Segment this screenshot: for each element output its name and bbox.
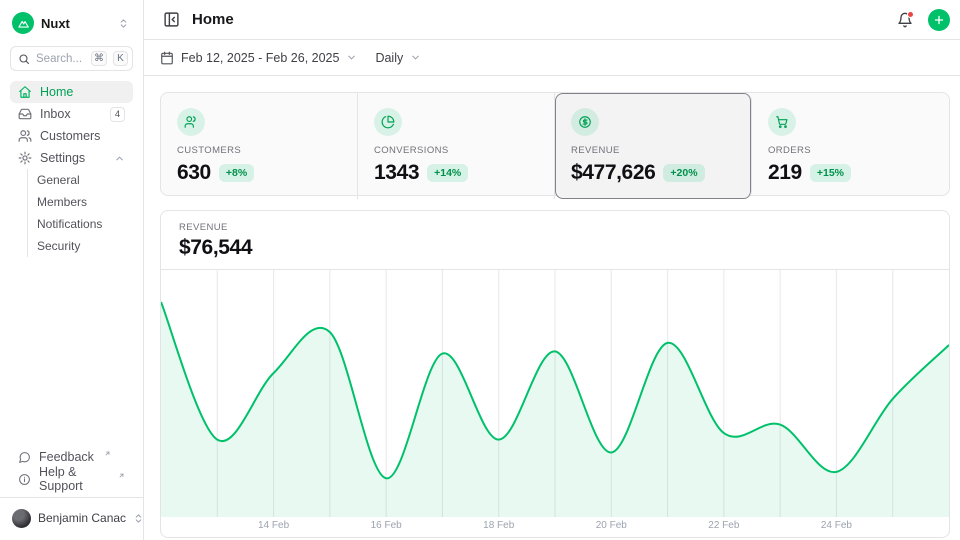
user-name: Benjamin Canac	[38, 511, 126, 525]
chart-metric-label: REVENUE	[179, 222, 931, 233]
period-select[interactable]: Daily	[375, 51, 421, 65]
dashboard-content: CUSTOMERS 630 +8% CONVERSIONS 1343 +14%	[144, 76, 960, 540]
cart-icon	[768, 108, 796, 136]
stat-card-orders[interactable]: ORDERS 219 +15%	[752, 93, 949, 199]
revenue-area-chart[interactable]	[161, 270, 949, 517]
nuxt-logo	[12, 12, 34, 34]
sidebar-item-home[interactable]: Home	[10, 81, 133, 103]
chevron-down-icon	[410, 52, 421, 63]
search-input[interactable]: Search... ⌘ K	[10, 46, 133, 71]
x-tick-label: 22 Feb	[708, 520, 739, 531]
dollar-circle-icon	[571, 108, 599, 136]
sidebar-item-help-support[interactable]: Help & Support	[10, 468, 133, 490]
revenue-chart-card: REVENUE $76,544 14 Feb 16 Feb 18 Feb 20 Feb…	[160, 210, 950, 538]
sidebar-toggle-button[interactable]	[158, 7, 184, 33]
panel-left-icon	[163, 11, 180, 28]
sidebar: Nuxt Search... ⌘ K Home	[0, 0, 144, 540]
app-window: Nuxt Search... ⌘ K Home	[0, 0, 960, 540]
sidebar-item-customers[interactable]: Customers	[10, 125, 133, 147]
stat-label: REVENUE	[571, 145, 735, 156]
chevrons-up-down-icon	[133, 513, 144, 524]
x-tick-label: 14 Feb	[258, 520, 289, 531]
chevron-up-icon	[114, 153, 125, 164]
users-icon	[177, 108, 205, 136]
sidebar-item-general[interactable]: General	[37, 169, 133, 191]
stat-label: CUSTOMERS	[177, 145, 341, 156]
pie-chart-icon	[374, 108, 402, 136]
chart-metric-value: $76,544	[179, 236, 931, 260]
page-header: Home	[144, 0, 960, 40]
plus-icon	[933, 14, 945, 26]
team-switcher[interactable]: Nuxt	[10, 8, 133, 38]
sidebar-item-security[interactable]: Security	[37, 235, 133, 257]
sidebar-item-label: Help & Support	[39, 465, 108, 493]
stat-label: ORDERS	[768, 145, 933, 156]
notification-dot	[907, 11, 914, 18]
user-menu[interactable]: Benjamin Canac	[10, 504, 133, 532]
sidebar-item-notifications[interactable]: Notifications	[37, 213, 133, 235]
x-tick-label: 24 Feb	[821, 520, 852, 531]
chevrons-up-down-icon	[118, 18, 129, 29]
inbox-icon	[18, 107, 32, 121]
x-tick-label: 20 Feb	[596, 520, 627, 531]
team-name: Nuxt	[41, 16, 111, 31]
home-icon	[18, 85, 32, 99]
stat-value: $477,626	[571, 161, 655, 185]
stat-card-conversions[interactable]: CONVERSIONS 1343 +14%	[358, 93, 555, 199]
calendar-icon	[160, 51, 174, 65]
external-link-icon	[118, 472, 125, 479]
chevron-down-icon	[346, 52, 357, 63]
sidebar-item-label: Home	[40, 85, 125, 99]
period-label: Daily	[375, 51, 403, 65]
search-icon	[18, 53, 30, 65]
x-tick-label: 16 Feb	[371, 520, 402, 531]
stat-card-customers[interactable]: CUSTOMERS 630 +8%	[161, 93, 358, 199]
speech-bubble-icon	[18, 451, 31, 464]
stat-delta-badge: +14%	[427, 164, 468, 182]
sidebar-item-members[interactable]: Members	[37, 191, 133, 213]
sidebar-item-label: Customers	[40, 129, 125, 143]
stat-delta-badge: +8%	[219, 164, 254, 182]
sidebar-item-label: Settings	[40, 151, 106, 165]
page-title: Home	[192, 11, 234, 28]
sidebar-item-label: Feedback	[39, 450, 94, 464]
x-tick-label: 18 Feb	[483, 520, 514, 531]
settings-sub-list: General Members Notifications Security	[27, 169, 133, 257]
main-area: Home Feb 12, 2025 - Feb 26, 2025	[144, 0, 960, 540]
inbox-count-badge: 4	[110, 107, 125, 122]
add-button[interactable]	[928, 9, 950, 31]
x-axis-ticks: 14 Feb 16 Feb 18 Feb 20 Feb 22 Feb 24 Feb	[161, 517, 949, 537]
avatar	[12, 509, 31, 528]
users-icon	[18, 129, 32, 143]
external-link-icon	[104, 450, 111, 457]
stat-delta-badge: +20%	[663, 164, 704, 182]
stats-row: CUSTOMERS 630 +8% CONVERSIONS 1343 +14%	[160, 92, 950, 196]
sidebar-nav: Home Inbox 4 Customers	[10, 81, 133, 257]
stat-card-revenue[interactable]: REVENUE $477,626 +20%	[555, 93, 752, 199]
stat-value: 630	[177, 161, 211, 185]
sidebar-item-settings[interactable]: Settings	[10, 147, 133, 169]
sidebar-item-inbox[interactable]: Inbox 4	[10, 103, 133, 125]
info-circle-icon	[18, 473, 31, 486]
notifications-button[interactable]	[892, 7, 918, 33]
stat-delta-badge: +15%	[810, 164, 851, 182]
date-range-label: Feb 12, 2025 - Feb 26, 2025	[181, 51, 339, 65]
chart-header: REVENUE $76,544	[161, 211, 949, 270]
kbd-k: K	[113, 51, 128, 66]
filters-toolbar: Feb 12, 2025 - Feb 26, 2025 Daily	[144, 40, 960, 76]
date-range-picker[interactable]: Feb 12, 2025 - Feb 26, 2025	[160, 51, 357, 65]
stat-value: 1343	[374, 161, 419, 185]
gear-icon	[18, 151, 32, 165]
stat-label: CONVERSIONS	[374, 145, 538, 156]
search-placeholder: Search...	[36, 53, 85, 65]
chart-plot-area	[161, 270, 949, 517]
sidebar-item-label: Inbox	[40, 107, 102, 121]
kbd-cmd: ⌘	[91, 51, 107, 66]
stat-value: 219	[768, 161, 802, 185]
sidebar-divider	[0, 497, 143, 498]
